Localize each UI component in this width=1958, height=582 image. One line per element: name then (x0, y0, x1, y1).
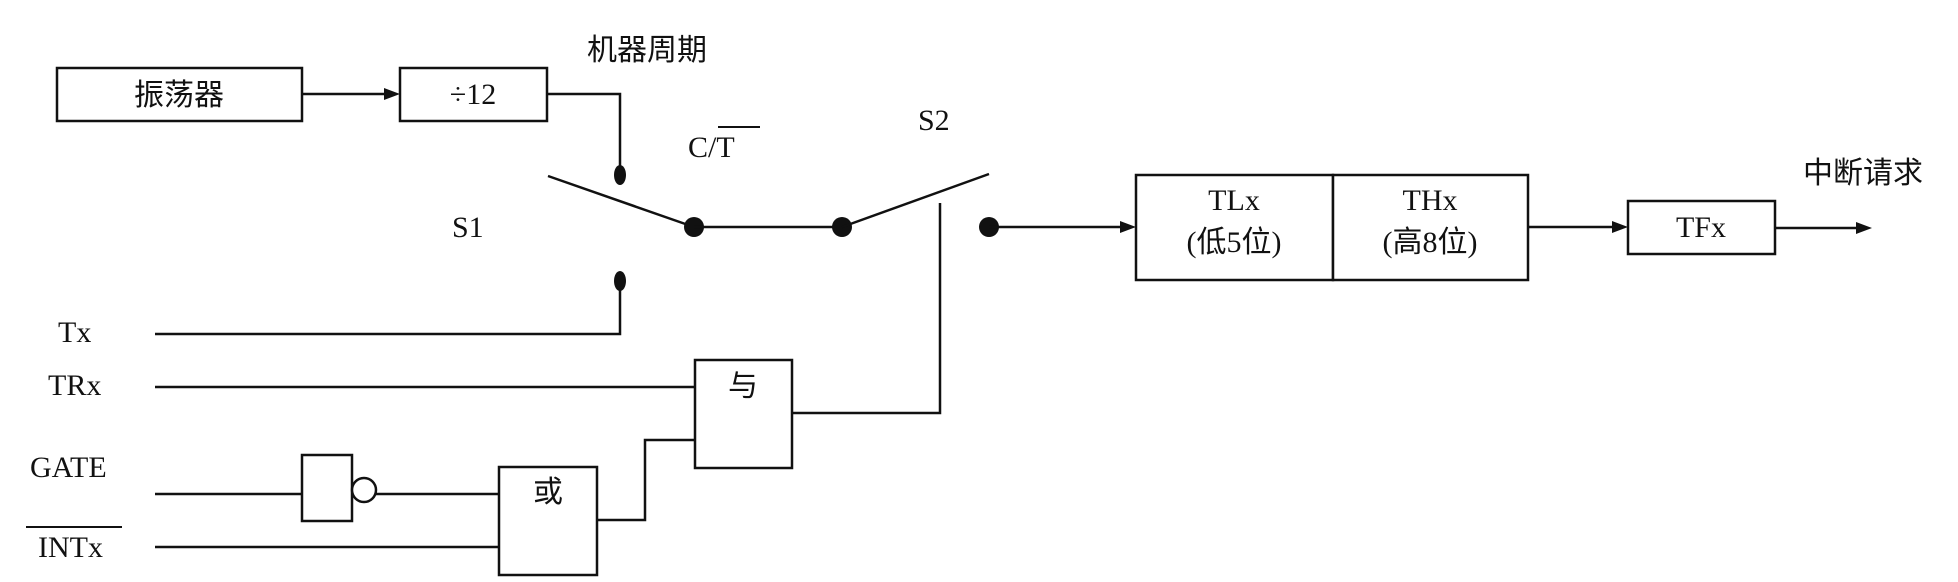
oscillator-label: 振荡器 (134, 79, 224, 112)
s1-upper-contact (614, 165, 626, 185)
and-gate-label: 与 (728, 370, 758, 403)
not-gate-bubble (350, 476, 378, 504)
tx-label: Tx (58, 316, 91, 349)
or-to-and-wire (597, 438, 695, 522)
ct-label: C/T (688, 131, 735, 164)
tx-input-wire (155, 288, 622, 336)
th-name: THx (1403, 184, 1458, 217)
interrupt-request-label: 中断请求 (1803, 157, 1923, 190)
tf-output-arrowhead (1856, 222, 1872, 234)
machine-cycle-label: 机器周期 (587, 34, 707, 67)
gate-label: GATE (30, 451, 107, 484)
tl-name: TLx (1208, 184, 1260, 217)
th-desc: (高8位) (1383, 226, 1478, 259)
or-gate-label: 或 (533, 476, 563, 509)
tl-desc: (低5位) (1187, 226, 1282, 259)
s2-switch-arm (841, 172, 990, 229)
tf-label: TFx (1676, 211, 1726, 244)
ct-c-text: C/ (688, 131, 717, 164)
ct-t-text: T (716, 131, 734, 164)
divider-output-wire (547, 92, 622, 168)
divider-label: ÷12 (450, 78, 496, 111)
trx-label: TRx (48, 369, 101, 402)
th-to-tf-arrowhead (1612, 221, 1628, 233)
intx-label: INTx (38, 531, 103, 564)
s2-control-wire (792, 203, 942, 415)
s2-to-tl-arrowhead (1120, 221, 1136, 233)
osc-to-divider-arrowhead (384, 88, 400, 100)
s2-label: S2 (918, 104, 950, 137)
not-gate (300, 453, 354, 523)
timer-block-diagram: 振荡器 ÷12 机器周期 S1 Tx C/T S2 TLx (低5位) THx … (26, 34, 1923, 577)
s1-label: S1 (452, 211, 484, 244)
